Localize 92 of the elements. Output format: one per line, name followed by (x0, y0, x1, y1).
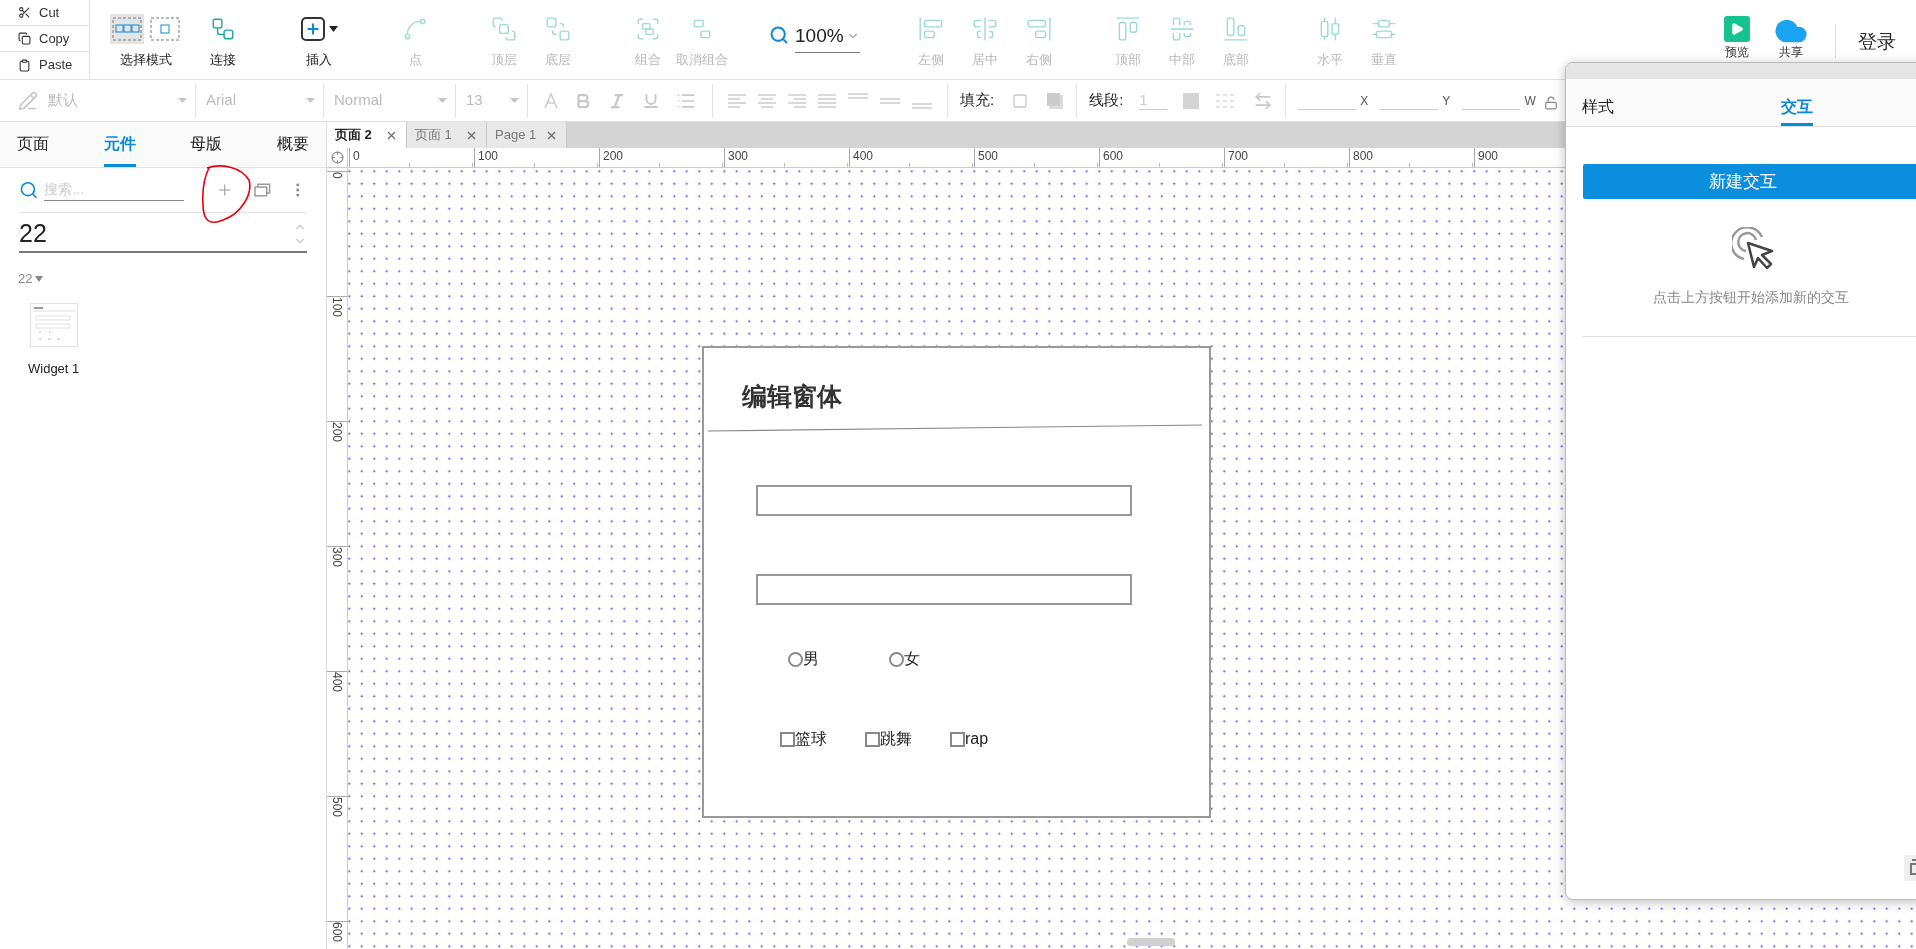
align-top-icon (1114, 16, 1141, 42)
caret-icon (178, 98, 187, 103)
coordinate-label: X (1360, 92, 1369, 110)
text-field[interactable] (756, 485, 1132, 516)
checkbox-option[interactable]: 篮球 (780, 727, 827, 751)
font-color-icon (544, 92, 558, 109)
point-icon (402, 16, 428, 42)
widget-item[interactable]: Widget 1 (28, 302, 80, 378)
select-mode-icon[interactable] (110, 14, 144, 44)
checkbox-option[interactable]: 跳舞 (865, 727, 912, 751)
hint-text: 点击上方按钮开始添加新的交互 (1653, 288, 1849, 307)
bold-icon (574, 91, 592, 110)
panel-tab[interactable]: 样式 (1582, 95, 1614, 126)
clipboard-icon (18, 58, 31, 72)
text-align-icon (787, 93, 807, 108)
ruler-label: 100 (327, 296, 347, 318)
vertical-align-icon (879, 97, 901, 104)
style-dropdown[interactable]: 默认 (0, 83, 196, 118)
ruler-label: 600 (327, 921, 347, 943)
radio-option[interactable]: 女 (889, 647, 920, 671)
text-align-icon (757, 93, 777, 108)
vertical-align-icon (911, 102, 933, 109)
fill-color-icon (1012, 92, 1029, 109)
page-tab[interactable]: Page 1 (487, 122, 567, 148)
toolbar-button[interactable]: 选择模式 (96, 0, 196, 80)
vertical-align-icon (847, 92, 869, 99)
align-right-icon (1025, 16, 1052, 42)
clipboard-button[interactable]: Copy (0, 26, 89, 52)
underline-icon (642, 91, 660, 110)
connector-icon (210, 16, 236, 42)
align-left-icon (917, 16, 944, 42)
ruler-label: 0 (327, 171, 347, 179)
text-align-icon (727, 93, 747, 108)
fill-label: 填充: (960, 90, 995, 111)
align-middle-icon (1168, 16, 1195, 42)
caret-icon (328, 26, 338, 32)
text-align-icon (817, 93, 837, 108)
line-label: 线段: (1089, 90, 1124, 111)
widget-thumbnail (29, 302, 78, 347)
select-mode-icon[interactable] (148, 14, 182, 44)
coordinate-label: Y (1442, 92, 1451, 110)
clipboard-button[interactable]: Paste (0, 52, 89, 78)
ruler-label: 200 (327, 421, 347, 443)
coordinate-label: W (1524, 92, 1536, 110)
panel-tab[interactable]: 元件 (103, 132, 136, 167)
font-weight-dropdown[interactable]: Normal (324, 83, 456, 118)
shadow-icon (1046, 91, 1065, 110)
caret-icon (306, 98, 315, 103)
bring-to-front-icon (491, 16, 517, 42)
text-field[interactable] (756, 574, 1132, 605)
panel-tab[interactable]: 概要 (276, 132, 309, 167)
lock-icon (1543, 95, 1558, 110)
new-interaction-button[interactable]: 新建交互 (1583, 164, 1916, 199)
caret-icon (438, 98, 447, 103)
style-icon (18, 90, 38, 111)
clipboard-button[interactable]: Cut (0, 0, 89, 26)
crosshair-icon (330, 151, 344, 164)
group-icon (635, 16, 661, 42)
panel-tab[interactable]: 页面 (17, 132, 49, 167)
share-button[interactable]: 共享 (1763, 0, 1819, 58)
send-to-back-icon (545, 16, 571, 42)
align-center-icon (971, 16, 998, 42)
insert-plus-icon (300, 17, 325, 41)
library-dropdown[interactable]: 22 (19, 217, 307, 253)
toolbar-button[interactable]: 连接 (196, 0, 250, 80)
caret-icon (35, 275, 44, 282)
preview-button[interactable]: 预览 (1711, 0, 1763, 58)
library-icon[interactable] (253, 182, 272, 198)
play-icon (1724, 16, 1750, 42)
zoom-dropdown[interactable]: 100% (795, 22, 860, 53)
checkbox-option[interactable]: rap (950, 727, 989, 751)
ruler-label: 300 (327, 546, 347, 568)
ruler-label: 500 (327, 796, 347, 818)
login-button[interactable]: 登录 (1858, 28, 1896, 57)
scrollbar-thumb (1127, 938, 1175, 946)
radio-option[interactable]: 男 (788, 647, 819, 671)
align-bottom-icon (1222, 16, 1249, 42)
toolbar-button[interactable]: 插入 (284, 0, 354, 80)
page-tab[interactable]: 页面 1 (407, 122, 487, 148)
panel-tab[interactable]: 母版 (190, 132, 223, 167)
panel-tab[interactable]: 交互 (1781, 95, 1813, 126)
line-color-icon (1183, 92, 1200, 109)
folder-toggle[interactable]: 22 (18, 269, 44, 289)
page-tab[interactable]: 页面 2 (327, 122, 407, 148)
italic-icon (608, 91, 626, 110)
form-title: 编辑窗体 (742, 381, 842, 411)
zoom-icon (769, 25, 789, 45)
caret-icon (510, 98, 519, 103)
scissors-icon (18, 6, 31, 19)
ruler-label: 400 (327, 671, 347, 693)
copy-icon (18, 32, 31, 45)
search-icon (19, 180, 39, 200)
